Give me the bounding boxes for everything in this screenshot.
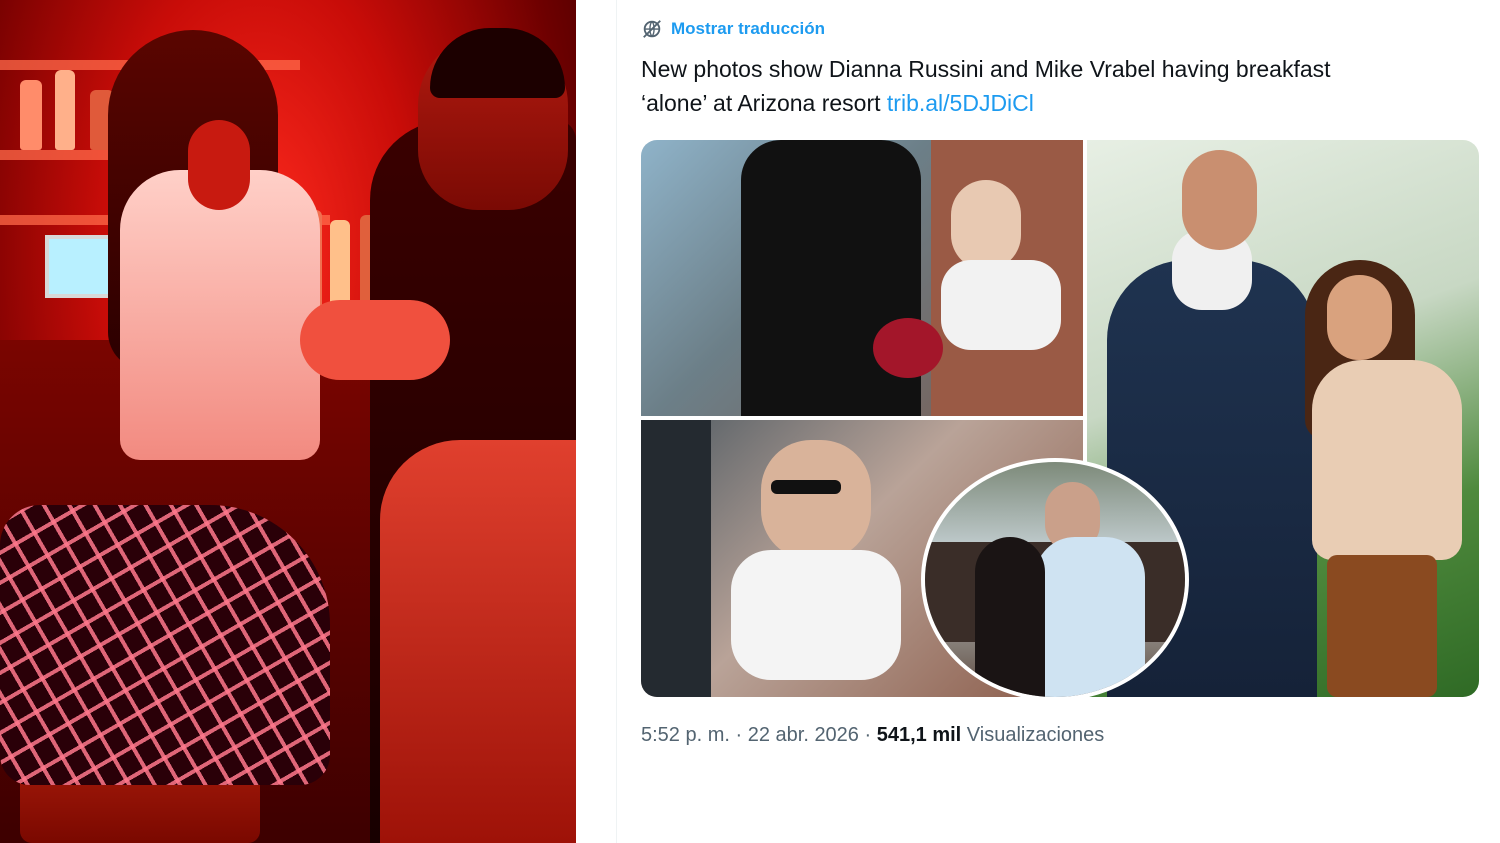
tweet-time[interactable]: 5:52 p. m.: [641, 724, 730, 746]
hands: [300, 300, 450, 380]
meta-separator: ·: [729, 724, 748, 746]
composite-image: Mostrar traducción New photos show Diann…: [0, 0, 1500, 843]
bottle: [330, 220, 350, 310]
man-leg: [380, 440, 576, 843]
tweet-text-line1: New photos show Dianna Russini and Mike …: [641, 56, 1331, 82]
views-count: 541,1 mil: [876, 724, 962, 746]
woman-shirt: [941, 260, 1061, 350]
globe-slash-icon: [643, 20, 661, 38]
media-circle-inset[interactable]: [921, 458, 1189, 697]
bottle: [20, 80, 42, 150]
bottle: [55, 70, 75, 150]
woman-face: [1327, 275, 1392, 360]
woman-sweater: [1312, 360, 1462, 560]
tweet-text-line2: ‘alone’ at Arizona resort: [641, 90, 887, 116]
flowers: [873, 318, 943, 378]
meta-separator: ·: [858, 724, 877, 746]
woman-face: [188, 120, 250, 210]
man-shirt: [1035, 537, 1145, 697]
sunglasses: [771, 480, 841, 494]
show-translation-label[interactable]: Mostrar traducción: [671, 19, 825, 39]
tweet-card: Mostrar traducción New photos show Diann…: [616, 0, 1500, 843]
tweet-metadata: 5:52 p. m. · 22 abr. 2026 · 541,1 mil Vi…: [641, 724, 1104, 747]
plaid-skirt: [0, 505, 330, 785]
woman-pants: [1327, 555, 1437, 697]
tweet-link[interactable]: trib.al/5DJDiCl: [887, 90, 1034, 116]
man-hair: [430, 28, 565, 98]
tweet-media[interactable]: [641, 140, 1479, 697]
bar-photo: [0, 0, 576, 843]
tweet-date[interactable]: 22 abr. 2026: [748, 724, 859, 746]
woman-top: [120, 170, 320, 460]
dark-edge: [641, 420, 711, 697]
woman-shirt: [731, 550, 901, 680]
woman-head: [761, 440, 871, 560]
views-label: Visualizaciones: [961, 724, 1105, 746]
show-translation-link[interactable]: Mostrar traducción: [641, 18, 825, 40]
woman-figure: [975, 537, 1045, 697]
media-photo-top-left[interactable]: [641, 140, 1083, 416]
woman-head: [951, 180, 1021, 270]
tweet-text: New photos show Dianna Russini and Mike …: [641, 52, 1461, 120]
man-head: [1182, 150, 1257, 250]
